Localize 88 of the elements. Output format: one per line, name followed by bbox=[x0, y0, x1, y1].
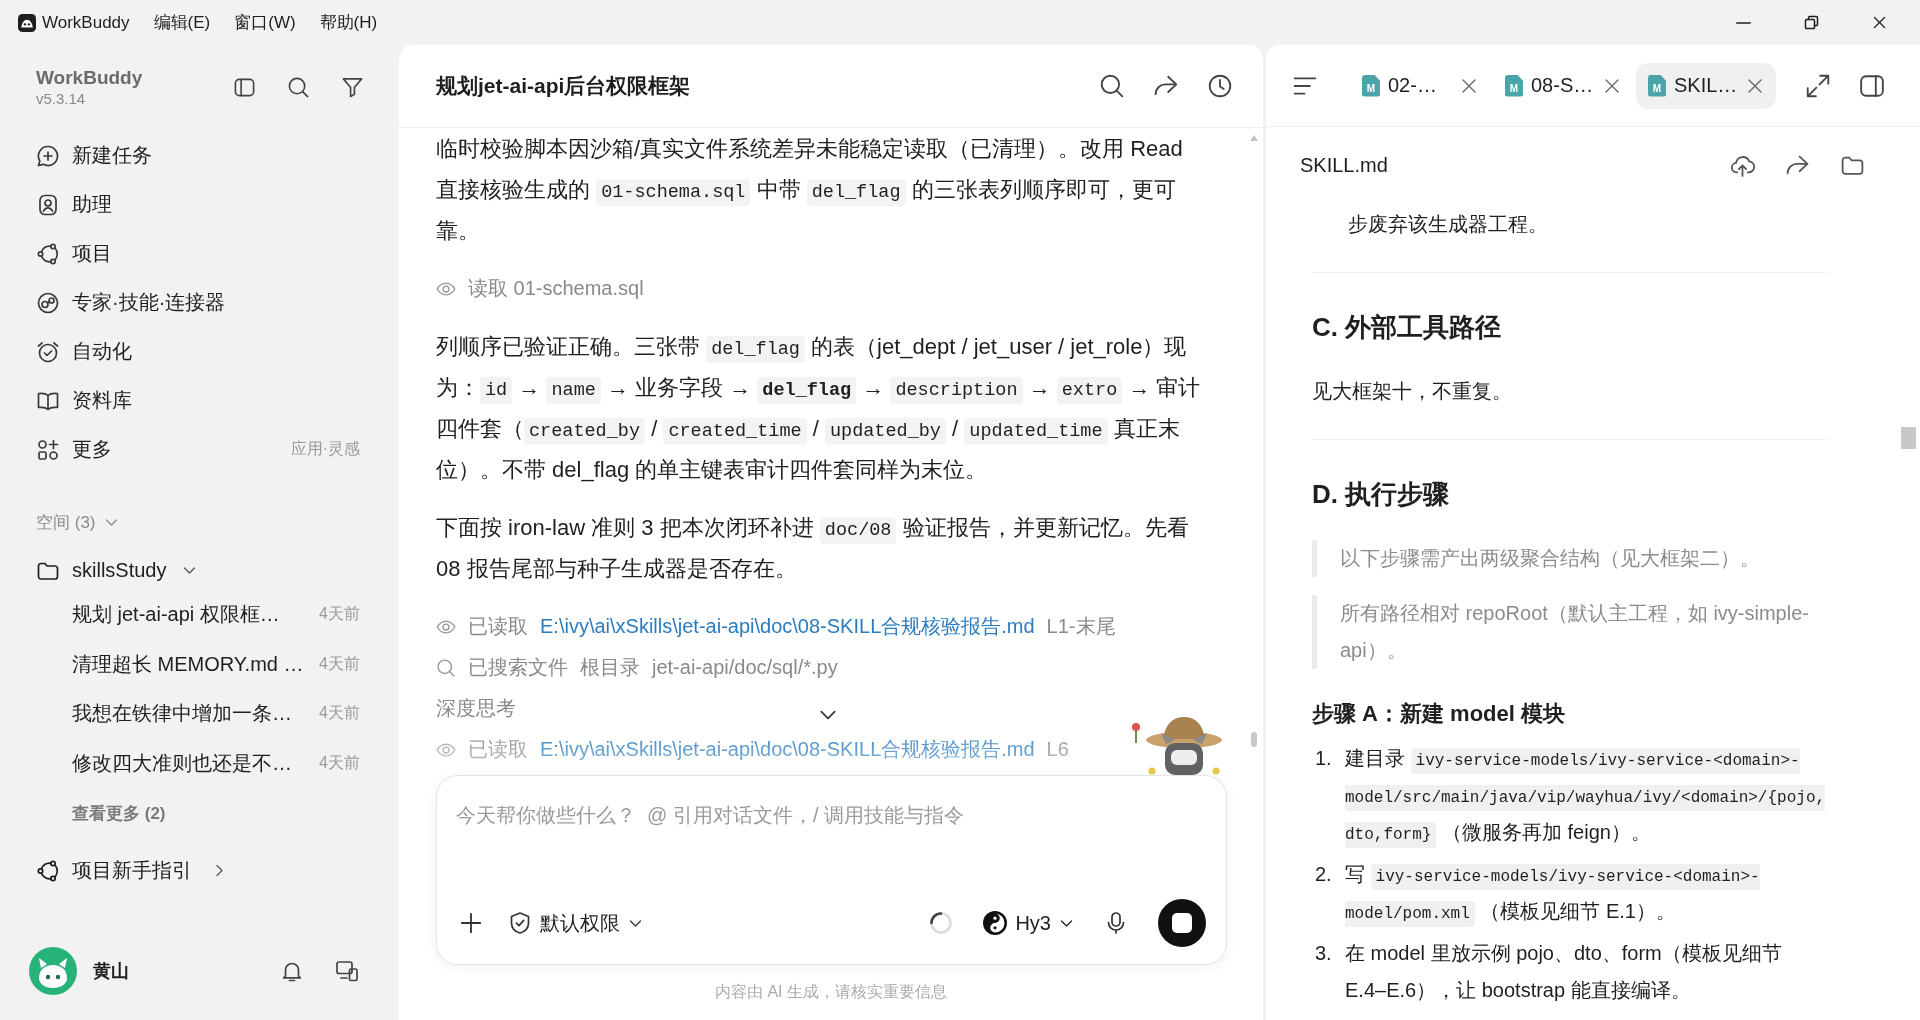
list-number: 1. bbox=[1314, 746, 1333, 771]
file-link[interactable]: E:\ivy\ai\xSkills\jet-ai-api\doc\08-SKILL合规核验报告.md bbox=[540, 613, 1035, 640]
history-clock-icon[interactable] bbox=[1207, 73, 1233, 99]
markdown-file-icon: M bbox=[1505, 74, 1523, 97]
nav-item[interactable]: 资料库 bbox=[24, 376, 372, 425]
cycle-nodes-icon bbox=[36, 241, 60, 266]
chat-plus-icon bbox=[36, 143, 60, 168]
grid-shapes-icon bbox=[36, 437, 60, 462]
alarm-clock-icon bbox=[36, 339, 60, 364]
nav-item[interactable]: 自动化 bbox=[24, 327, 372, 376]
person-badge-icon bbox=[36, 192, 60, 217]
plus-icon[interactable] bbox=[460, 912, 482, 934]
app-logo-icon bbox=[18, 13, 36, 32]
task-time: 4天前 bbox=[319, 703, 360, 724]
expand-icon[interactable] bbox=[1805, 72, 1831, 99]
tool-action-label: 已搜索文件 bbox=[468, 655, 568, 680]
panel-toggle-icon[interactable] bbox=[1859, 72, 1885, 99]
nav-item[interactable]: 专家·技能·连接器 bbox=[24, 278, 372, 327]
doc-blockquote: 所有路径相对 repoRoot（默认主工程，如 ivy-simple-api）。 bbox=[1312, 595, 1826, 669]
nav-item[interactable]: 助理 bbox=[24, 180, 372, 229]
show-more-link[interactable]: 查看更多 (2) bbox=[24, 788, 372, 838]
nav-item[interactable]: 项目 bbox=[24, 229, 372, 278]
version-label: v5.3.14 bbox=[36, 90, 87, 108]
restore-icon[interactable] bbox=[1803, 15, 1819, 30]
app-title: WorkBuddy bbox=[36, 66, 143, 90]
list-number: 2. bbox=[1314, 862, 1333, 887]
message-paragraph: 列顺序已验证正确。三张带 del_flag 的表（jet_dept / jet_user / jet_role）现为： id → name → 业务字段 → del_flag → description → extro → 审计四件套（ created_by / created_time / updated_by / updated_time 真正末位）。不带 del_flag 的单主键表审计四件套同样为末位。 bbox=[436, 333, 1201, 484]
task-time: 4天前 bbox=[319, 604, 360, 625]
scrollbar-thumb[interactable] bbox=[1901, 427, 1916, 449]
list-item-text: 在 model 里放示例 pojo、dto、form（模板见细节 E.4–E.6），让 bootstrap 能直接编译。 bbox=[1345, 941, 1783, 1003]
markdown-file-icon: M bbox=[1648, 74, 1666, 97]
list-number: 3. bbox=[1314, 941, 1333, 966]
nav-hint: 应用·灵感 bbox=[290, 439, 360, 459]
user-name: 黄山 bbox=[93, 960, 129, 983]
linked-dots-icon bbox=[36, 290, 60, 315]
task-time: 4天前 bbox=[319, 653, 360, 674]
task-item[interactable]: 修改四大准则也还是不… 4天前 bbox=[24, 738, 372, 788]
nav-item[interactable]: 新建任务 bbox=[24, 131, 372, 180]
shield-check-icon bbox=[508, 911, 532, 935]
message-paragraph: 下面按 iron-law 准则 3 把本次闭环补进 doc/08 验证报告，并更新记忆。先看 08 报告尾部与种子生成器是否存在。 bbox=[436, 514, 1190, 583]
close-icon[interactable] bbox=[1871, 15, 1887, 30]
search-icon[interactable] bbox=[287, 75, 310, 99]
tool-action-label: 读取 01-schema.sql bbox=[468, 276, 644, 301]
chat-title: 规划jet-ai-api后台权限框架 bbox=[436, 73, 691, 99]
minimize-icon[interactable] bbox=[1735, 21, 1751, 24]
file-tab[interactable]: M SKIL… bbox=[1636, 62, 1776, 109]
tool-action-label: 已读取 bbox=[468, 614, 528, 639]
scroll-up-arrow-icon bbox=[1250, 135, 1258, 141]
menu-item[interactable]: 窗口(W) bbox=[234, 11, 296, 34]
doc-heading: D. 执行步骤 bbox=[1312, 478, 1451, 511]
project-folder[interactable]: skillsStudy bbox=[24, 551, 372, 590]
task-time: 4天前 bbox=[319, 752, 360, 773]
file-tab[interactable]: M 02-… bbox=[1350, 62, 1490, 109]
task-item[interactable]: 我想在铁律中增加一条… 4天前 bbox=[24, 689, 372, 739]
search-scope-label: 根目录 bbox=[580, 655, 640, 680]
search-icon bbox=[436, 657, 456, 678]
markdown-file-icon: M bbox=[1362, 74, 1380, 97]
file-name: SKILL.md bbox=[1300, 153, 1388, 177]
doc-heading: C. 外部工具路径 bbox=[1312, 311, 1503, 344]
doc-subheading: 步骤 A：新建 model 模块 bbox=[1312, 700, 1566, 728]
scrollbar-thumb[interactable] bbox=[1251, 732, 1257, 747]
guide-item[interactable]: 项目新手指引 bbox=[24, 846, 372, 895]
doc-paragraph: 步废弃该生成器工程。 bbox=[1347, 212, 1549, 237]
search-icon[interactable] bbox=[1099, 73, 1125, 99]
tool-action-label: 已读取 bbox=[468, 737, 528, 762]
search-pattern-label: jet-ai-api/doc/sql/*.py bbox=[652, 656, 838, 679]
model-logo-icon bbox=[983, 911, 1008, 935]
message-paragraph: 临时校验脚本因沙箱/真实文件系统差异未能稳定读取（已清理）。改用 Read 直接核验生成的 01-schema.sql 中带 del_flag 的三张表列顺序即可，更可靠。 bbox=[436, 135, 1184, 245]
disclaimer-text: 内容由 AI 生成，请核实重要信息 bbox=[714, 982, 948, 1002]
file-tab[interactable]: M 08-S… bbox=[1493, 62, 1633, 109]
cycle-nodes-icon bbox=[36, 858, 60, 883]
line-range-label: L1-末尾 bbox=[1046, 614, 1116, 639]
nav-item[interactable]: 更多 应用·灵感 bbox=[24, 425, 372, 474]
menu-item[interactable]: 编辑(E) bbox=[153, 11, 211, 34]
task-item[interactable]: 规划 jet-ai-api 权限框… 4天前 bbox=[24, 590, 372, 640]
menu-item[interactable]: 帮助(H) bbox=[319, 11, 378, 34]
doc-blockquote: 以下步骤需产出两级聚合结构（见大框架二）。 bbox=[1312, 540, 1826, 577]
line-range-label: L6 bbox=[1046, 738, 1069, 761]
stop-icon bbox=[1172, 913, 1192, 933]
doc-paragraph: 见大框架十，不重复。 bbox=[1312, 379, 1513, 404]
app-name: WorkBuddy bbox=[42, 12, 130, 33]
task-item[interactable]: 清理超长 MEMORY.md … 4天前 bbox=[24, 639, 372, 689]
filter-icon[interactable] bbox=[341, 75, 364, 99]
devices-icon[interactable] bbox=[335, 959, 359, 983]
model-button[interactable]: Hy3 bbox=[983, 911, 1074, 935]
avatar bbox=[29, 947, 77, 995]
permission-button[interactable]: 默认权限 bbox=[508, 909, 643, 937]
loading-spinner-icon bbox=[929, 911, 954, 935]
